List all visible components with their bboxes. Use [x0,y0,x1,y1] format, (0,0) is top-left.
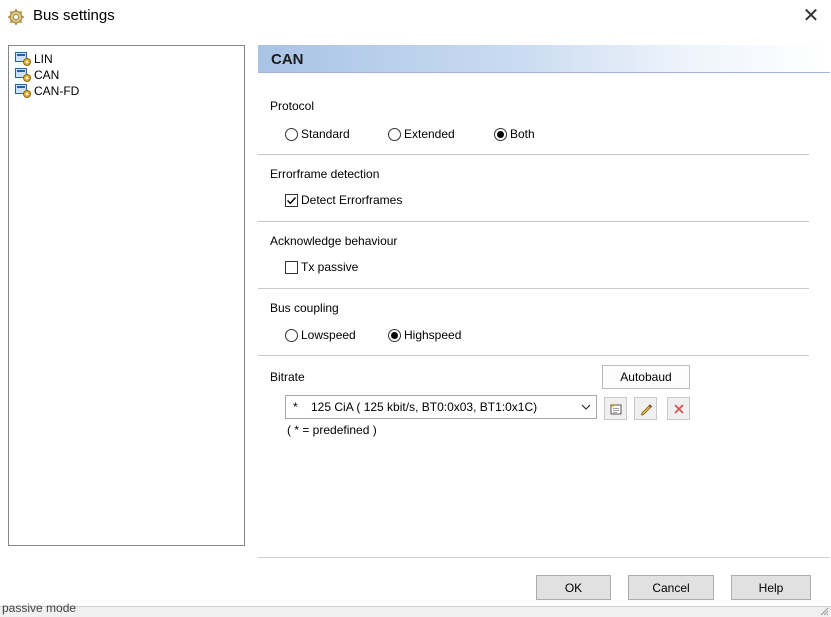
panel-header: CAN [258,45,830,73]
bus-coupling-label: Bus coupling [270,301,339,315]
acknowledge-label: Acknowledge behaviour [270,234,398,248]
cancel-button[interactable]: Cancel [628,575,714,600]
bus-node-icon [15,67,31,82]
checkbox-box [285,193,298,207]
delete-icon [673,403,684,414]
separator [258,221,809,222]
radio-label: Lowspeed [301,328,356,342]
tree-item-label: CAN-FD [34,83,80,98]
title-bar: Bus settings ✕ [0,0,831,34]
bitrate-selected-value: * 125 CiA ( 125 kbit/s, BT0:0x03, BT1:0x… [293,400,538,414]
radio-label: Extended [404,127,455,141]
autobaud-button[interactable]: Autobaud [602,365,690,389]
radio-label: Both [510,127,535,141]
detect-errorframes-checkbox[interactable]: Detect Errorframes [285,193,402,207]
tx-passive-checkbox[interactable]: Tx passive [285,260,358,274]
radio-circle [494,127,507,141]
background-text: passive mode [2,601,77,615]
checkbox-box [285,260,298,274]
bus-node-icon [15,51,31,66]
help-button[interactable]: Help [731,575,811,600]
radio-circle [388,127,401,141]
separator [258,355,809,356]
resize-grip-icon[interactable] [819,606,829,616]
bitrate-note: ( * = predefined ) [287,423,377,437]
window-title: Bus settings [33,7,115,24]
close-icon[interactable]: ✕ [800,5,822,27]
radio-extended[interactable]: Extended [388,127,455,141]
errorframe-label: Errorframe detection [270,167,380,181]
tree-item-can[interactable]: CAN [15,67,59,82]
checkmark-icon [287,196,297,204]
separator [258,288,809,289]
radio-selected-dot [497,130,504,138]
delete-bitrate-button[interactable] [667,397,690,420]
panel-title: CAN [271,51,304,68]
radio-circle [285,328,298,342]
settings-gear-icon [8,9,24,25]
radio-selected-dot [391,331,398,339]
radio-label: Standard [301,127,350,141]
edit-bitrate-button[interactable] [634,397,657,420]
radio-circle [285,127,298,141]
pencil-icon [640,403,652,416]
bus-node-icon [15,83,31,98]
bus-tree: LIN CAN CAN-FD [8,45,245,546]
checkbox-label: Detect Errorframes [301,193,403,207]
separator [258,154,809,155]
radio-standard[interactable]: Standard [285,127,350,141]
tree-item-can-fd[interactable]: CAN-FD [15,83,79,98]
checkbox-label: Tx passive [301,260,359,274]
new-item-icon [610,403,621,414]
bitrate-label: Bitrate [270,370,305,384]
bitrate-select[interactable]: * 125 CiA ( 125 kbit/s, BT0:0x03, BT1:0x… [285,395,597,419]
radio-label: Highspeed [404,328,462,342]
tree-item-lin[interactable]: LIN [15,51,53,66]
tree-item-label: LIN [34,51,53,66]
tree-item-label: CAN [34,67,60,82]
radio-both[interactable]: Both [494,127,535,141]
footer-divider [258,557,830,558]
background-window-strip: passive mode [0,601,831,617]
protocol-label: Protocol [270,99,315,113]
ok-button[interactable]: OK [536,575,611,600]
new-bitrate-button[interactable] [604,397,627,420]
radio-lowspeed[interactable]: Lowspeed [285,328,356,342]
radio-circle [388,328,401,342]
radio-highspeed[interactable]: Highspeed [388,328,461,342]
chevron-down-icon [581,404,591,410]
